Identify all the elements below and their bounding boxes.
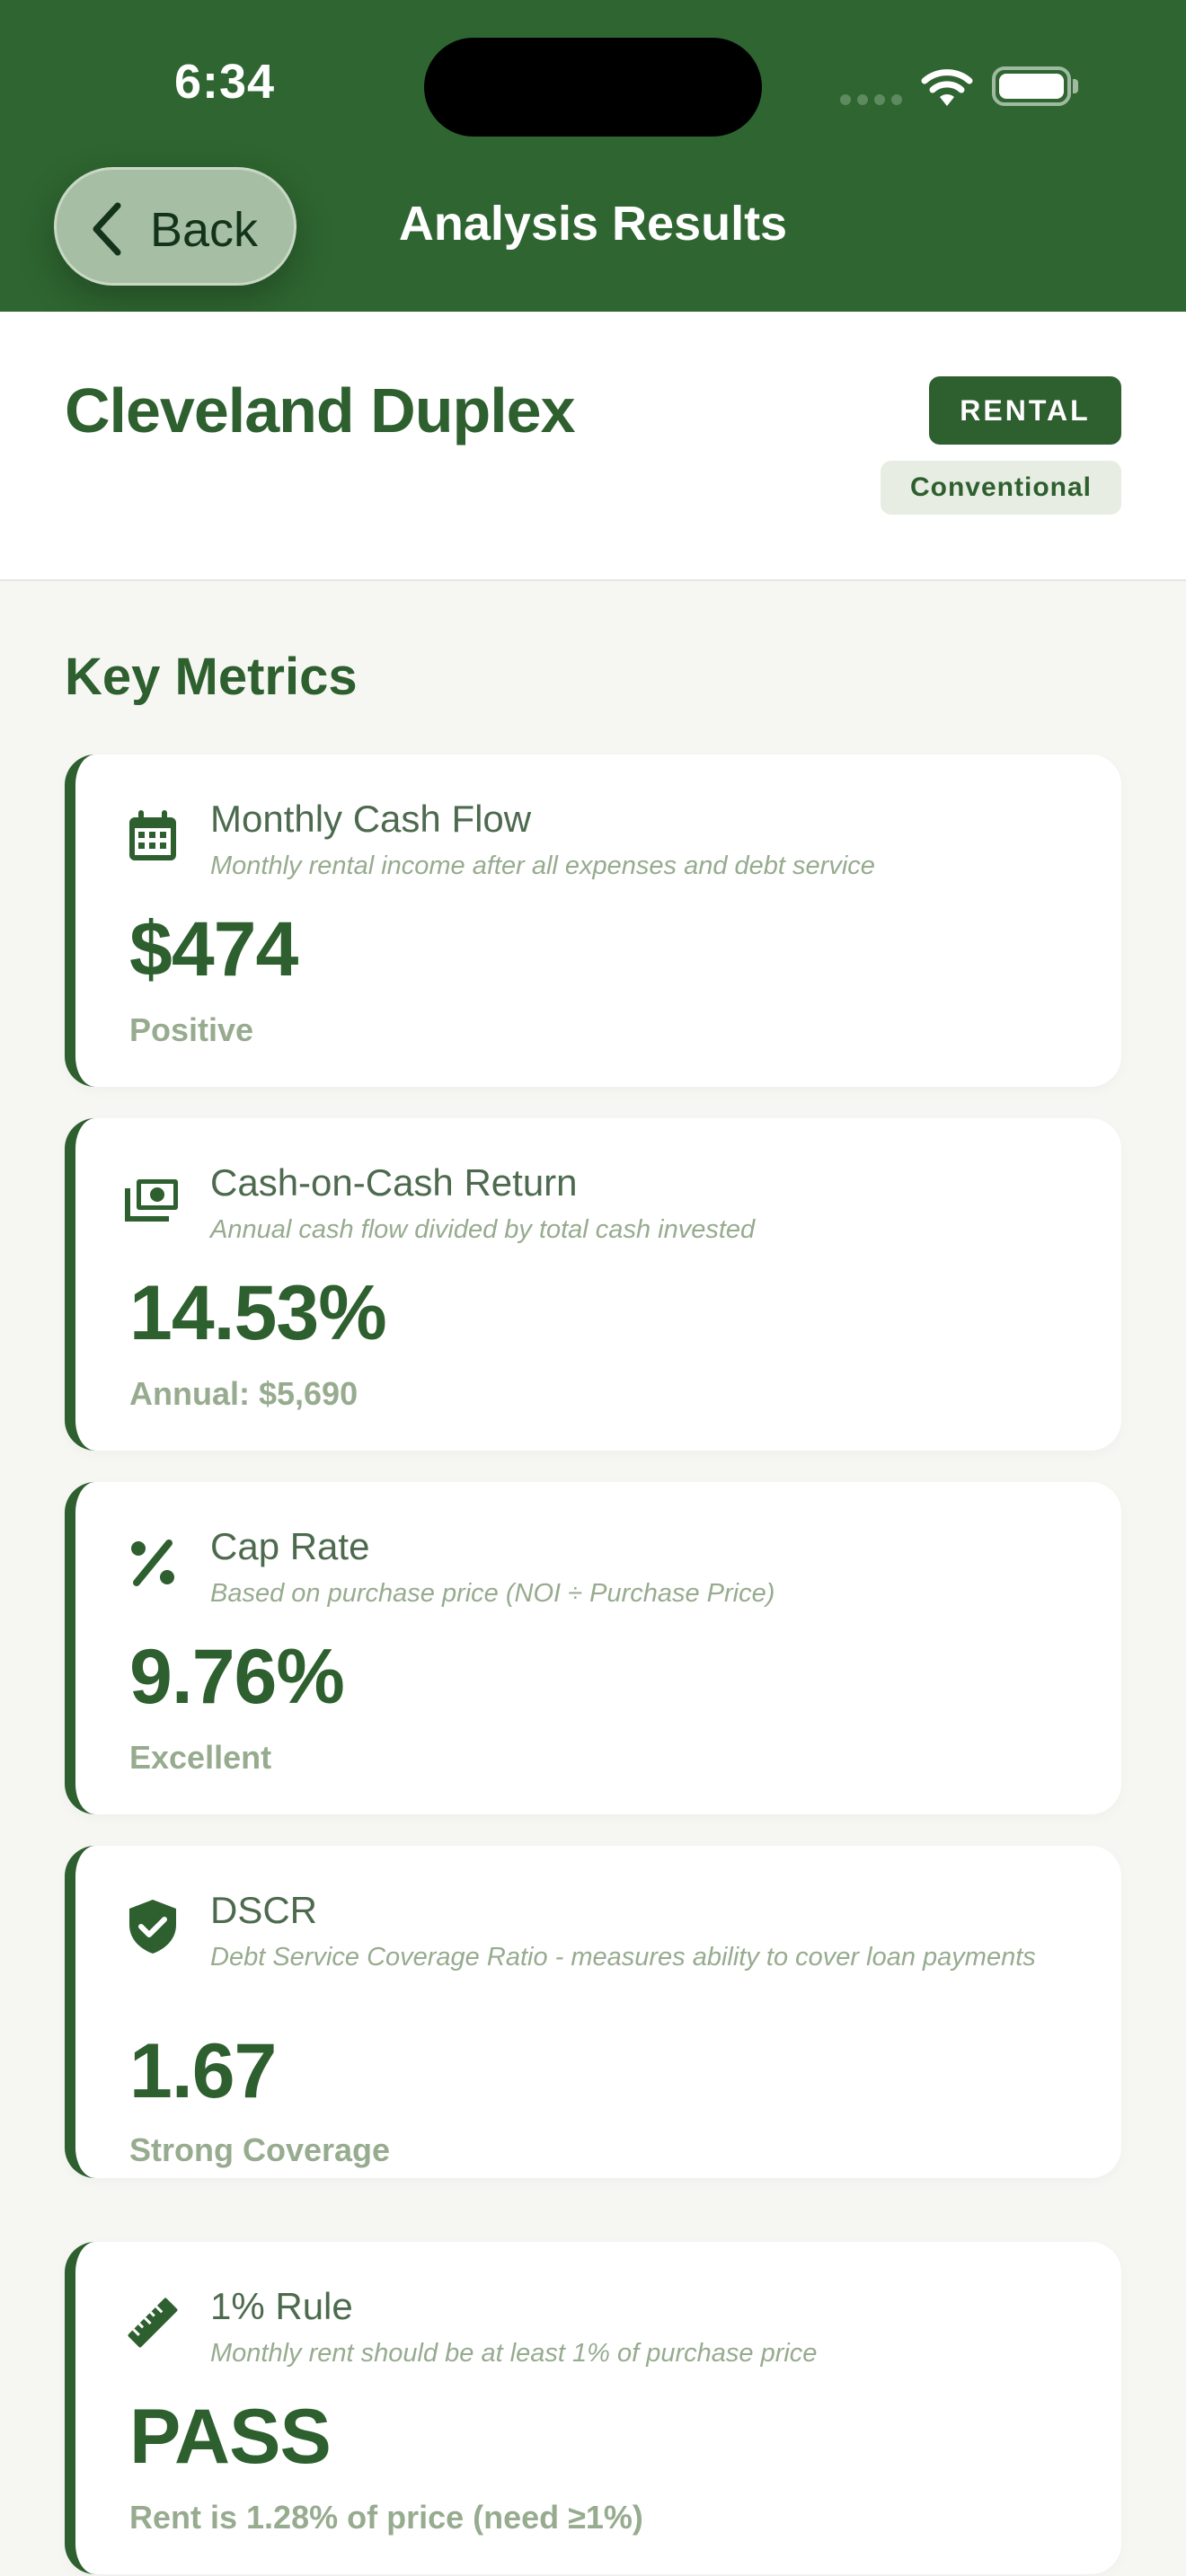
page-title: Analysis Results <box>398 197 788 251</box>
metric-card-cash-flow: Monthly Cash Flow Monthly rental income … <box>65 754 1121 1087</box>
metric-label: 1% Rule <box>210 2285 353 2327</box>
metric-value: 1.67 <box>129 2028 277 2114</box>
metric-description: Debt Service Coverage Ratio - measures a… <box>210 1943 1036 1972</box>
calendar-icon <box>124 807 181 864</box>
wifi-icon <box>920 66 974 112</box>
property-name: Cleveland Duplex <box>65 375 576 446</box>
metric-label: DSCR <box>210 1889 318 1931</box>
dynamic-island <box>424 38 762 137</box>
chevron-left-icon <box>89 200 125 262</box>
metric-subtext: Positive <box>129 1011 254 1048</box>
back-label: Back <box>150 203 259 257</box>
percent-icon <box>124 1534 181 1592</box>
metric-description: Based on purchase price (NOI ÷ Purchase … <box>210 1579 775 1608</box>
property-type-badge: RENTAL <box>929 376 1121 445</box>
metric-card-one-percent-rule: 1% Rule Monthly rent should be at least … <box>65 2242 1121 2574</box>
metric-description: Monthly rent should be at least 1% of pu… <box>210 2339 818 2368</box>
metric-subtext: Rent is 1.28% of price (need ≥1%) <box>129 2499 643 2536</box>
metric-subtext: Annual: $5,690 <box>129 1375 358 1412</box>
cash-icon <box>124 1170 181 1228</box>
metric-label: Monthly Cash Flow <box>210 798 532 840</box>
shield-check-icon <box>124 1898 181 1955</box>
metric-description: Monthly rental income after all expenses… <box>210 851 875 880</box>
metric-card-dscr: DSCR Debt Service Coverage Ratio - measu… <box>65 1846 1121 2178</box>
metric-value: 14.53% <box>129 1270 387 1356</box>
metric-value: 9.76% <box>129 1634 345 1720</box>
section-title-key-metrics: Key Metrics <box>65 648 358 706</box>
ruler-icon <box>124 2294 181 2351</box>
metric-subtext: Excellent <box>129 1739 272 1776</box>
cellular-signal-icon <box>840 93 908 110</box>
property-header: Cleveland Duplex RENTAL Conventional <box>0 312 1186 581</box>
battery-icon <box>992 66 1078 106</box>
back-button[interactable]: Back <box>54 167 296 286</box>
app-header: 6:34 Back Analysis Results <box>0 0 1186 312</box>
metric-subtext: Strong Coverage <box>129 2131 391 2168</box>
metric-value: PASS <box>129 2394 332 2480</box>
financing-badge: Conventional <box>881 461 1121 515</box>
metric-card-cap-rate: Cap Rate Based on purchase price (NOI ÷ … <box>65 1482 1121 1814</box>
metric-card-cash-on-cash: Cash-on-Cash Return Annual cash flow div… <box>65 1118 1121 1451</box>
metric-description: Annual cash flow divided by total cash i… <box>210 1215 756 1244</box>
metric-label: Cap Rate <box>210 1525 370 1567</box>
metric-label: Cash-on-Cash Return <box>210 1161 578 1204</box>
status-time: 6:34 <box>173 55 276 109</box>
metric-value: $474 <box>129 906 298 992</box>
